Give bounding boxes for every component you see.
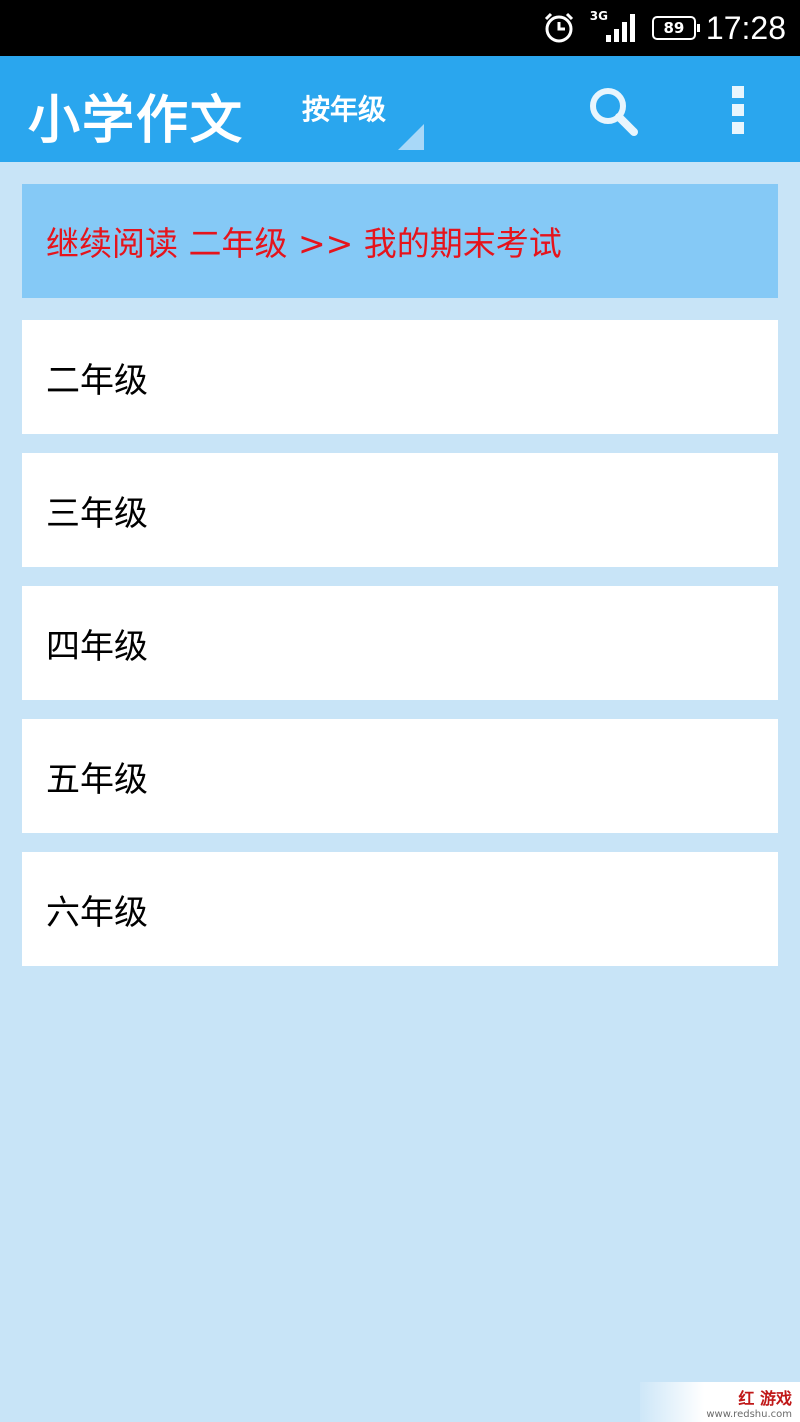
search-icon bbox=[590, 88, 638, 136]
grade-item-4[interactable]: 四年级 bbox=[22, 586, 778, 700]
search-button[interactable] bbox=[584, 82, 644, 142]
signal-icon: 3G bbox=[590, 9, 638, 43]
grade-filter-spinner[interactable]: 按年级 bbox=[302, 88, 426, 150]
watermark: 红 游戏 www.redshu.com bbox=[640, 1382, 800, 1422]
overflow-menu-dot bbox=[732, 104, 744, 116]
clock: 17:28 bbox=[705, 9, 786, 46]
status-bar: 3G 89 17:28 bbox=[0, 0, 800, 56]
overflow-menu-icon bbox=[732, 86, 744, 98]
overflow-menu-dot bbox=[732, 122, 744, 134]
dropdown-triangle-icon bbox=[398, 124, 424, 150]
watermark-main: 红 游戏 bbox=[738, 1388, 792, 1408]
spinner-label: 按年级 bbox=[302, 93, 387, 126]
grade-item-2[interactable]: 二年级 bbox=[22, 320, 778, 434]
app-bar: 小学作文 按年级 bbox=[0, 56, 800, 162]
battery-level: 89 bbox=[651, 16, 700, 40]
network-type: 3G bbox=[589, 9, 608, 23]
grade-item-3[interactable]: 三年级 bbox=[22, 453, 778, 567]
overflow-menu-button[interactable] bbox=[720, 82, 756, 138]
continue-reading-banner[interactable]: 继续阅读 二年级 >> 我的期末考试 bbox=[22, 184, 778, 298]
grade-item-5[interactable]: 五年级 bbox=[22, 719, 778, 833]
app-logo: 小学作文 bbox=[28, 91, 245, 151]
content-area: 继续阅读 二年级 >> 我的期末考试 二年级 三年级 四年级 五年级 六年级 bbox=[22, 184, 778, 985]
battery-icon: 89 bbox=[651, 16, 700, 40]
grade-item-6[interactable]: 六年级 bbox=[22, 852, 778, 966]
alarm-icon bbox=[542, 11, 576, 45]
watermark-url: www.redshu.com bbox=[706, 1408, 792, 1420]
